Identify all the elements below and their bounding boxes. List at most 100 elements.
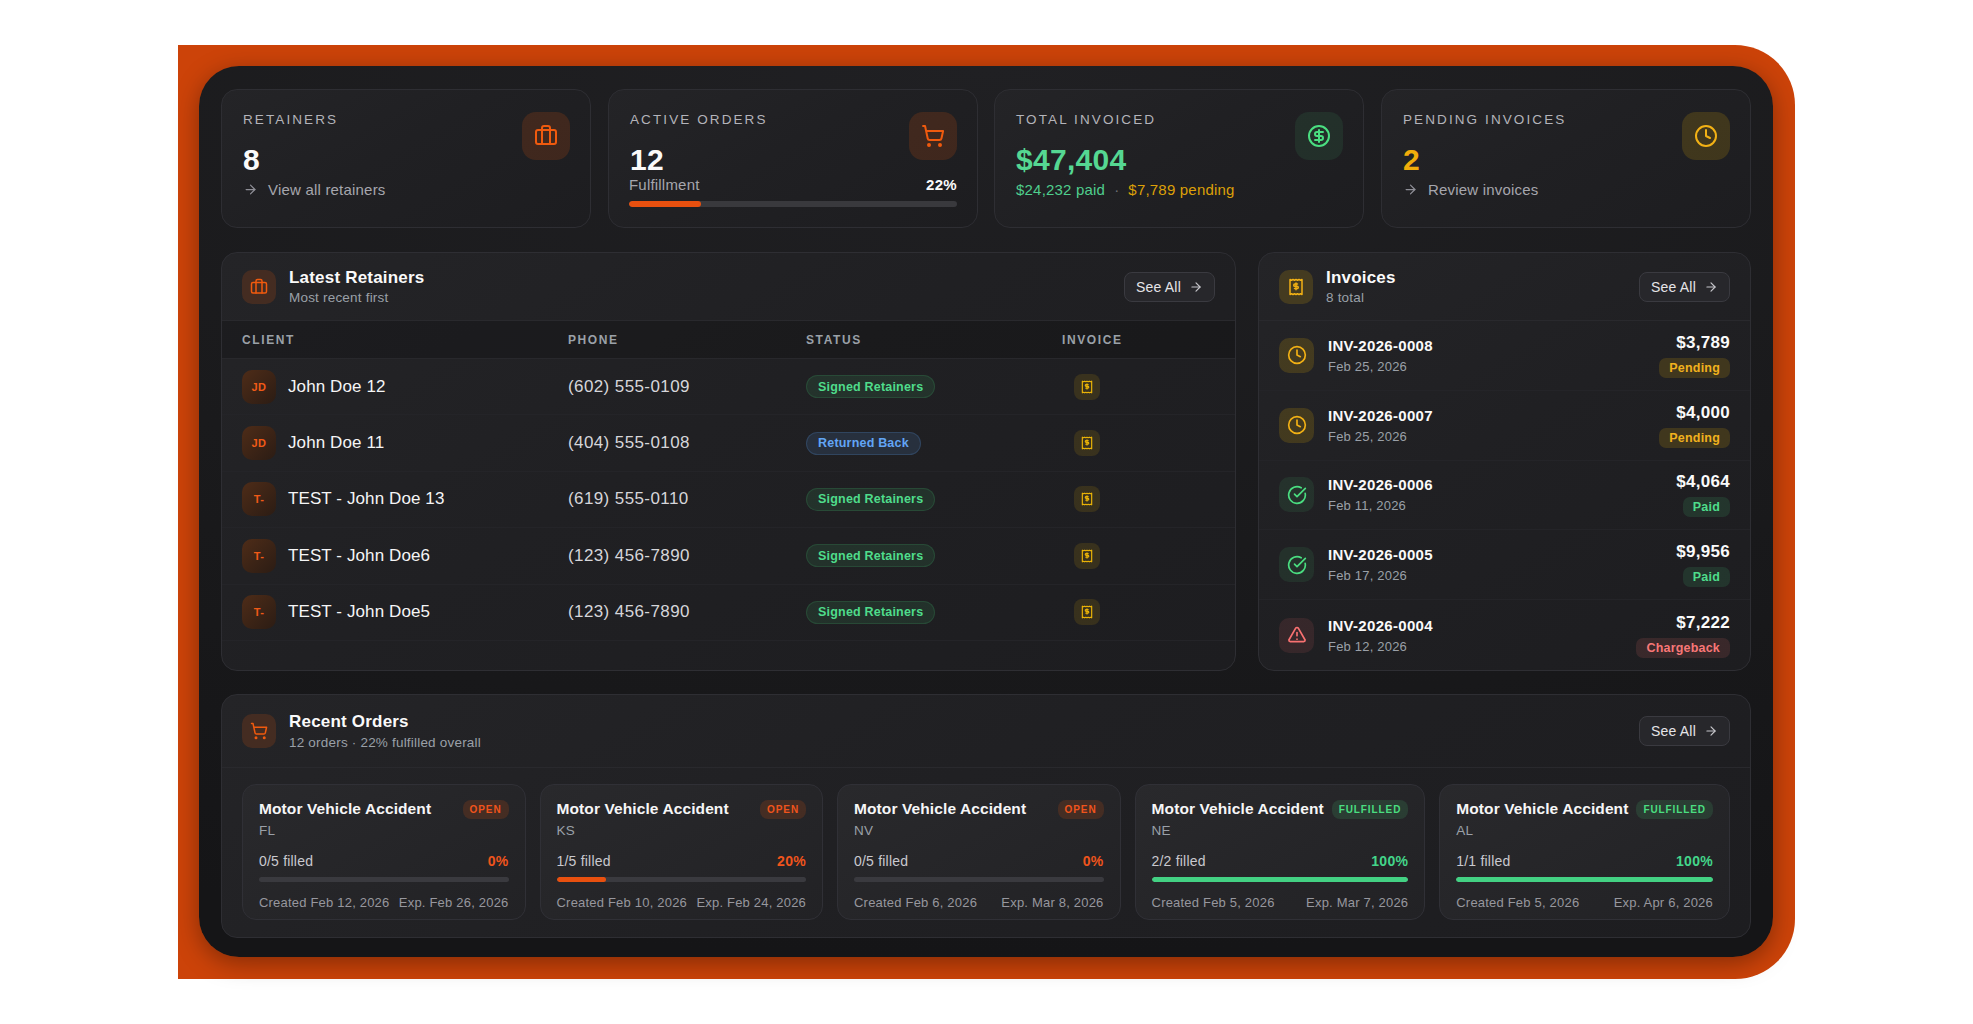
invoice-row[interactable]: INV-2026-0005 Feb 17, 2026 $9,956 Paid (1259, 530, 1750, 600)
invoice-row[interactable]: INV-2026-0004 Feb 12, 2026 $7,222 Charge… (1259, 600, 1750, 670)
invoices-see-all-button[interactable]: See All (1639, 272, 1730, 302)
stat-label: PENDING INVOICES (1403, 113, 1730, 127)
order-region: NV (854, 823, 1104, 838)
orders-see-all-button[interactable]: See All (1639, 716, 1730, 746)
order-title: Motor Vehicle Accident (1152, 800, 1324, 818)
clock-icon (1682, 112, 1730, 160)
fulfillment-progressbar (629, 201, 957, 207)
clock-icon (1279, 338, 1314, 373)
arrow-right-icon (243, 182, 258, 197)
fulfillment-label: Fulfillment (629, 176, 700, 193)
order-filled: 1/1 filled (1456, 853, 1510, 869)
order-title: Motor Vehicle Accident (854, 800, 1026, 818)
invoice-receipt-icon[interactable] (1074, 430, 1100, 456)
stat-card-pending-invoices: PENDING INVOICES 2 Review invoices (1381, 89, 1751, 228)
invoice-id: INV-2026-0005 (1328, 546, 1433, 563)
recent-orders-header: Recent Orders 12 orders · 22% fulfilled … (222, 695, 1750, 768)
column-status: STATUS (806, 333, 1062, 347)
status-badge: Signed Retainers (806, 375, 935, 398)
order-filled: 0/5 filled (854, 853, 908, 869)
latest-retainers-header: Latest Retainers Most recent first See A… (222, 253, 1235, 321)
panel-title: Invoices (1326, 268, 1396, 288)
stat-label: ACTIVE ORDERS (630, 113, 957, 127)
avatar: JD (242, 370, 276, 404)
invoice-receipt-icon[interactable] (1074, 486, 1100, 512)
stat-card-retainers: RETAINERS 8 View all retainers (221, 89, 591, 228)
invoice-row[interactable]: INV-2026-0007 Feb 25, 2026 $4,000 Pendin… (1259, 391, 1750, 461)
order-filled: 2/2 filled (1152, 853, 1206, 869)
order-created: Created Feb 6, 2026 (854, 895, 977, 910)
invoice-status-badge: Chargeback (1636, 638, 1730, 658)
client-name: John Doe 11 (288, 433, 384, 453)
client-name: John Doe 12 (288, 377, 386, 397)
column-client: CLIENT (242, 333, 568, 347)
panel-subtitle: 12 orders · 22% fulfilled overall (289, 735, 481, 750)
latest-retainers-panel: Latest Retainers Most recent first See A… (221, 252, 1236, 671)
order-card[interactable]: Motor Vehicle Accident OPEN KS 1/5 fille… (540, 784, 824, 920)
order-region: FL (259, 823, 509, 838)
invoice-date: Feb 11, 2026 (1328, 498, 1433, 513)
clock-icon (1279, 408, 1314, 443)
invoice-id: INV-2026-0004 (1328, 617, 1433, 634)
order-card[interactable]: Motor Vehicle Accident FULFILLED NE 2/2 … (1135, 784, 1426, 920)
retainer-row[interactable]: JD John Doe 11 (404) 555-0108 Returned B… (222, 415, 1235, 471)
invoice-date: Feb 25, 2026 (1328, 429, 1433, 444)
order-card[interactable]: Motor Vehicle Accident OPEN NV 0/5 fille… (837, 784, 1121, 920)
stat-value: 12 (630, 143, 957, 176)
order-expires: Exp. Mar 8, 2026 (1001, 895, 1103, 910)
order-created: Created Feb 10, 2026 (557, 895, 687, 910)
see-all-label: See All (1136, 279, 1181, 295)
order-percent: 0% (488, 853, 509, 869)
fulfillment-progress: Fulfillment 22% (629, 176, 957, 207)
panel-title: Recent Orders (289, 712, 481, 732)
retainer-row[interactable]: T- TEST - John Doe 13 (619) 555-0110 Sig… (222, 472, 1235, 528)
invoice-receipt-icon[interactable] (1074, 374, 1100, 400)
check-circle-icon (1279, 477, 1314, 512)
review-invoices-link[interactable]: Review invoices (1403, 181, 1539, 198)
view-all-retainers-link[interactable]: View all retainers (243, 181, 386, 198)
client-phone: (123) 456-7890 (568, 602, 806, 622)
order-card[interactable]: Motor Vehicle Accident OPEN FL 0/5 fille… (242, 784, 526, 920)
recent-orders-panel: Recent Orders 12 orders · 22% fulfilled … (221, 694, 1751, 938)
separator-dot: · (1114, 181, 1119, 198)
retainer-row[interactable]: T- TEST - John Doe5 (123) 456-7890 Signe… (222, 585, 1235, 641)
invoice-status-badge: Paid (1683, 567, 1730, 587)
status-badge: Returned Back (806, 432, 921, 455)
client-phone: (404) 555-0108 (568, 433, 806, 453)
invoice-row[interactable]: INV-2026-0006 Feb 11, 2026 $4,064 Paid (1259, 461, 1750, 531)
avatar: JD (242, 426, 276, 460)
invoice-amount: $9,956 (1676, 542, 1730, 562)
order-created: Created Feb 12, 2026 (259, 895, 389, 910)
column-invoice: INVOICE (1062, 333, 1215, 347)
order-expires: Exp. Apr 6, 2026 (1614, 895, 1713, 910)
stat-link-label: View all retainers (268, 181, 386, 198)
briefcase-icon (522, 112, 570, 160)
arrow-right-icon (1704, 724, 1718, 738)
order-percent: 0% (1083, 853, 1104, 869)
invoice-receipt-icon[interactable] (1074, 599, 1100, 625)
order-expires: Exp. Mar 7, 2026 (1306, 895, 1408, 910)
arrow-right-icon (1704, 280, 1718, 294)
dollar-circle-icon (1295, 112, 1343, 160)
order-card[interactable]: Motor Vehicle Accident FULFILLED AL 1/1 … (1439, 784, 1730, 920)
stat-value: 2 (1403, 143, 1730, 176)
invoice-amount: $4,000 (1676, 403, 1730, 423)
invoice-row[interactable]: INV-2026-0008 Feb 25, 2026 $3,789 Pendin… (1259, 321, 1750, 391)
see-all-label: See All (1651, 279, 1696, 295)
order-title: Motor Vehicle Accident (557, 800, 729, 818)
client-name: TEST - John Doe5 (288, 602, 430, 622)
invoice-receipt-icon[interactable] (1074, 543, 1100, 569)
invoice-amount: $7,222 (1676, 613, 1730, 633)
invoice-id: INV-2026-0006 (1328, 476, 1433, 493)
stat-card-total-invoiced: TOTAL INVOICED $47,404 $24,232 paid·$7,7… (994, 89, 1364, 228)
stat-value: $47,404 (1016, 143, 1343, 176)
cart-icon (909, 112, 957, 160)
invoiced-breakdown: $24,232 paid·$7,789 pending (1016, 181, 1235, 198)
retainer-row[interactable]: JD John Doe 12 (602) 555-0109 Signed Ret… (222, 359, 1235, 415)
retainer-row[interactable]: T- TEST - John Doe6 (123) 456-7890 Signe… (222, 528, 1235, 584)
status-badge: Signed Retainers (806, 544, 935, 567)
order-expires: Exp. Feb 26, 2026 (399, 895, 509, 910)
order-region: AL (1456, 823, 1713, 838)
retainers-see-all-button[interactable]: See All (1124, 272, 1215, 302)
client-name: TEST - John Doe6 (288, 546, 430, 566)
